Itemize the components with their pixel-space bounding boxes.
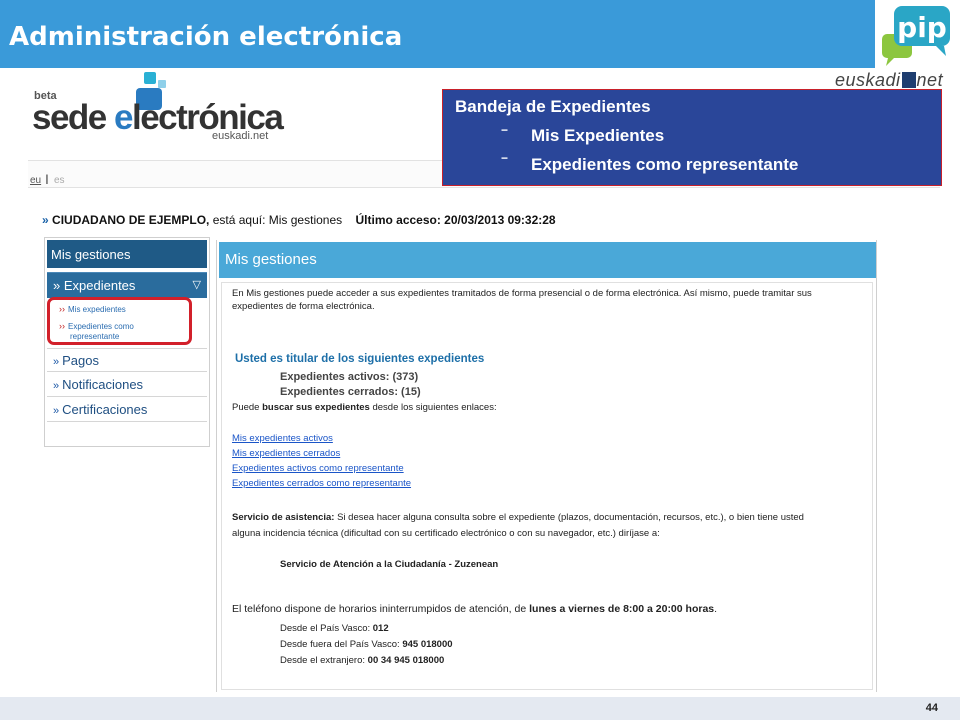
breadcrumb-location[interactable]: Mis gestiones bbox=[269, 213, 342, 227]
contact-outside-basque-country: Desde fuera del País Vasco: 945 018000 bbox=[280, 639, 453, 650]
contact-label: Desde el País Vasco: bbox=[280, 623, 373, 634]
slide-header-band: Administración electrónica bbox=[0, 0, 875, 68]
slide-footer: 44 bbox=[0, 697, 960, 720]
holder-section-title: Usted es titular de los siguientes exped… bbox=[235, 353, 485, 365]
slide: Administración electrónica pip euskadi ne… bbox=[0, 0, 960, 720]
nav-item-label: Pagos bbox=[62, 353, 99, 368]
nav-header-mis-gestiones[interactable]: Mis gestiones bbox=[47, 240, 207, 268]
assistance-label: Servicio de asistencia: bbox=[232, 512, 335, 523]
main-content: Mis gestiones En Mis gestiones puede acc… bbox=[216, 240, 877, 692]
collapse-toggle-icon[interactable]: ▽ bbox=[193, 278, 201, 291]
link-closed-files-representative[interactable]: Expedientes cerrados como representante bbox=[232, 478, 411, 489]
contact-number: 00 34 945 018000 bbox=[367, 655, 445, 666]
breadcrumb-user: CIUDADANO DE EJEMPLO, bbox=[52, 213, 210, 227]
intro-text-line-2: expedientes de forma electrónica. bbox=[232, 301, 375, 312]
contact-label: Desde el extranjero: bbox=[280, 655, 368, 666]
link-active-files-representative[interactable]: Expedientes activos como representante bbox=[232, 463, 404, 474]
assistance-text: Si desea hacer alguna consulta sobre el … bbox=[334, 512, 804, 523]
nav-item-pagos[interactable]: » Pagos bbox=[47, 348, 207, 372]
breadcrumb-here-label: está aquí: bbox=[209, 213, 269, 227]
annotation-highlight-ring bbox=[47, 297, 192, 345]
nav-item-certificaciones[interactable]: » Certificaciones bbox=[47, 398, 207, 422]
page-number: 44 bbox=[925, 702, 938, 714]
nav-item-label: Certificaciones bbox=[62, 402, 148, 417]
search-instructions-bold: buscar sus expedientes bbox=[262, 402, 370, 413]
logo-word-sede: sede bbox=[32, 98, 107, 137]
search-instructions-post: desde los siguientes enlaces: bbox=[369, 402, 497, 413]
nav-item-label: Expedientes bbox=[63, 278, 136, 293]
active-files-count: Expedientes activos: (373) bbox=[280, 371, 419, 383]
language-separator: I bbox=[45, 171, 49, 187]
content-body: En Mis gestiones puede acceder a sus exp… bbox=[221, 282, 873, 690]
pip-logo-text: pip bbox=[897, 11, 947, 44]
callout-bullet: − bbox=[501, 123, 509, 137]
contact-basque-country: Desde el País Vasco: 012 bbox=[280, 623, 389, 634]
nav-marker: » bbox=[53, 380, 60, 392]
nav-marker: » bbox=[53, 278, 61, 293]
logo-letter-e: e bbox=[114, 98, 133, 137]
breadcrumb: » CIUDADANO DE EJEMPLO, está aquí: Mis g… bbox=[42, 213, 556, 227]
nav-marker: » bbox=[53, 356, 60, 368]
logo-domain: euskadi.net bbox=[212, 130, 269, 142]
euskadi-logo-right: net bbox=[916, 70, 944, 90]
link-closed-files[interactable]: Mis expedientes cerrados bbox=[232, 448, 340, 459]
pip-logo: pip bbox=[882, 6, 950, 66]
callout-item-mis-expedientes: Mis Expedientes bbox=[531, 126, 665, 145]
sede-electronica-logo[interactable]: beta sede electrónica euskadi.net bbox=[32, 72, 284, 150]
nav-item-label: Notificaciones bbox=[62, 377, 144, 392]
intro-text-line-1: En Mis gestiones puede acceder a sus exp… bbox=[232, 288, 812, 299]
last-access: Último acceso: 20/03/2013 09:32:28 bbox=[355, 213, 556, 227]
service-name: Servicio de Atención a la Ciudadanía - Z… bbox=[280, 559, 499, 570]
nav-marker: » bbox=[53, 405, 60, 417]
slide-title: Administración electrónica bbox=[9, 22, 403, 52]
callout-item-como-representante: Expedientes como representante bbox=[531, 155, 799, 174]
nav-item-expedientes[interactable]: » Expedientes ▽ bbox=[47, 272, 207, 298]
search-instructions-pre: Puede bbox=[232, 402, 263, 413]
callout-bullet: − bbox=[501, 151, 509, 165]
contact-number: 012 bbox=[372, 623, 389, 634]
language-link-eu[interactable]: eu bbox=[30, 175, 41, 186]
closed-files-count: Expedientes cerrados: (15) bbox=[280, 386, 421, 398]
nav-item-notificaciones[interactable]: » Notificaciones bbox=[47, 373, 207, 397]
euskadi-logo-left: euskadi bbox=[835, 70, 901, 90]
content-header: Mis gestiones bbox=[219, 242, 876, 278]
breadcrumb-marker: » bbox=[42, 213, 49, 227]
assistance-text-line-1: Servicio de asistencia: Si desea hacer a… bbox=[232, 511, 804, 524]
assistance-text-line-2: alguna incidencia técnica (dificultad co… bbox=[232, 528, 660, 539]
search-instructions: Puede buscar sus expedientes desde los s… bbox=[232, 401, 497, 414]
euskadi-logo: euskadi net bbox=[835, 70, 943, 91]
contact-number: 945 018000 bbox=[402, 639, 453, 650]
phone-hours-pre: El teléfono dispone de horarios ininterr… bbox=[232, 603, 530, 615]
link-active-files[interactable]: Mis expedientes activos bbox=[232, 433, 333, 444]
phone-hours-text: El teléfono dispone de horarios ininterr… bbox=[232, 603, 717, 616]
contact-abroad: Desde el extranjero: 00 34 945 018000 bbox=[280, 655, 444, 666]
phone-hours-bold: lunes a viernes de 8:00 a 20:00 horas bbox=[529, 603, 715, 615]
euskadi-logo-mark bbox=[901, 72, 916, 88]
contact-label: Desde fuera del País Vasco: bbox=[280, 639, 403, 650]
language-link-es[interactable]: es bbox=[54, 175, 65, 186]
phone-hours-post: . bbox=[714, 603, 718, 615]
annotation-callout: Bandeja de Expedientes − Mis Expedientes… bbox=[442, 89, 942, 186]
callout-title: Bandeja de Expedientes bbox=[455, 97, 651, 116]
